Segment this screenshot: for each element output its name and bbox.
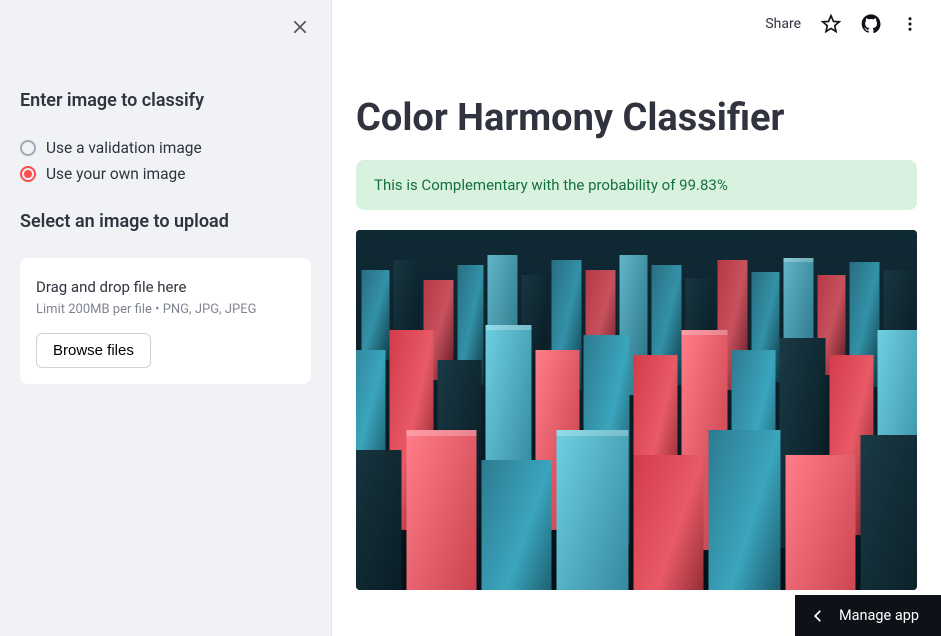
star-icon	[821, 14, 841, 34]
file-uploader[interactable]: Drag and drop file here Limit 200MB per …	[20, 258, 311, 384]
page-title: Color Harmony Classifier	[356, 96, 917, 140]
manage-app-button[interactable]: Manage app	[795, 595, 941, 636]
close-sidebar-button[interactable]	[291, 18, 309, 36]
image-source-radio-group: Use a validation image Use your own imag…	[20, 139, 311, 183]
classified-image	[356, 230, 917, 590]
main-content: Share Color Harmony Classifier This is C…	[332, 0, 941, 636]
result-text: This is Complementary with the probabili…	[374, 176, 728, 194]
radio-icon	[20, 140, 36, 156]
chevron-left-icon	[811, 609, 825, 623]
radio-own-image[interactable]: Use your own image	[20, 165, 311, 183]
result-banner: This is Complementary with the probabili…	[356, 160, 917, 210]
radio-validation-image[interactable]: Use a validation image	[20, 139, 311, 157]
sidebar-heading: Enter image to classify	[20, 90, 311, 111]
uploader-title: Drag and drop file here	[36, 278, 295, 296]
favorite-button[interactable]	[821, 14, 841, 34]
browse-files-button[interactable]: Browse files	[36, 333, 151, 368]
radio-label: Use your own image	[46, 165, 185, 183]
github-icon	[861, 14, 881, 34]
more-menu-button[interactable]	[901, 15, 919, 33]
github-button[interactable]	[861, 14, 881, 34]
radio-label: Use a validation image	[46, 139, 202, 157]
share-button[interactable]: Share	[765, 16, 801, 32]
more-vertical-icon	[901, 15, 919, 33]
upload-heading: Select an image to upload	[20, 211, 311, 232]
sidebar: Enter image to classify Use a validation…	[0, 0, 332, 636]
manage-app-label: Manage app	[839, 607, 919, 624]
radio-icon	[20, 166, 36, 182]
close-icon	[291, 18, 309, 36]
uploader-subtitle: Limit 200MB per file • PNG, JPG, JPEG	[36, 302, 295, 317]
top-actions: Share	[765, 14, 919, 34]
